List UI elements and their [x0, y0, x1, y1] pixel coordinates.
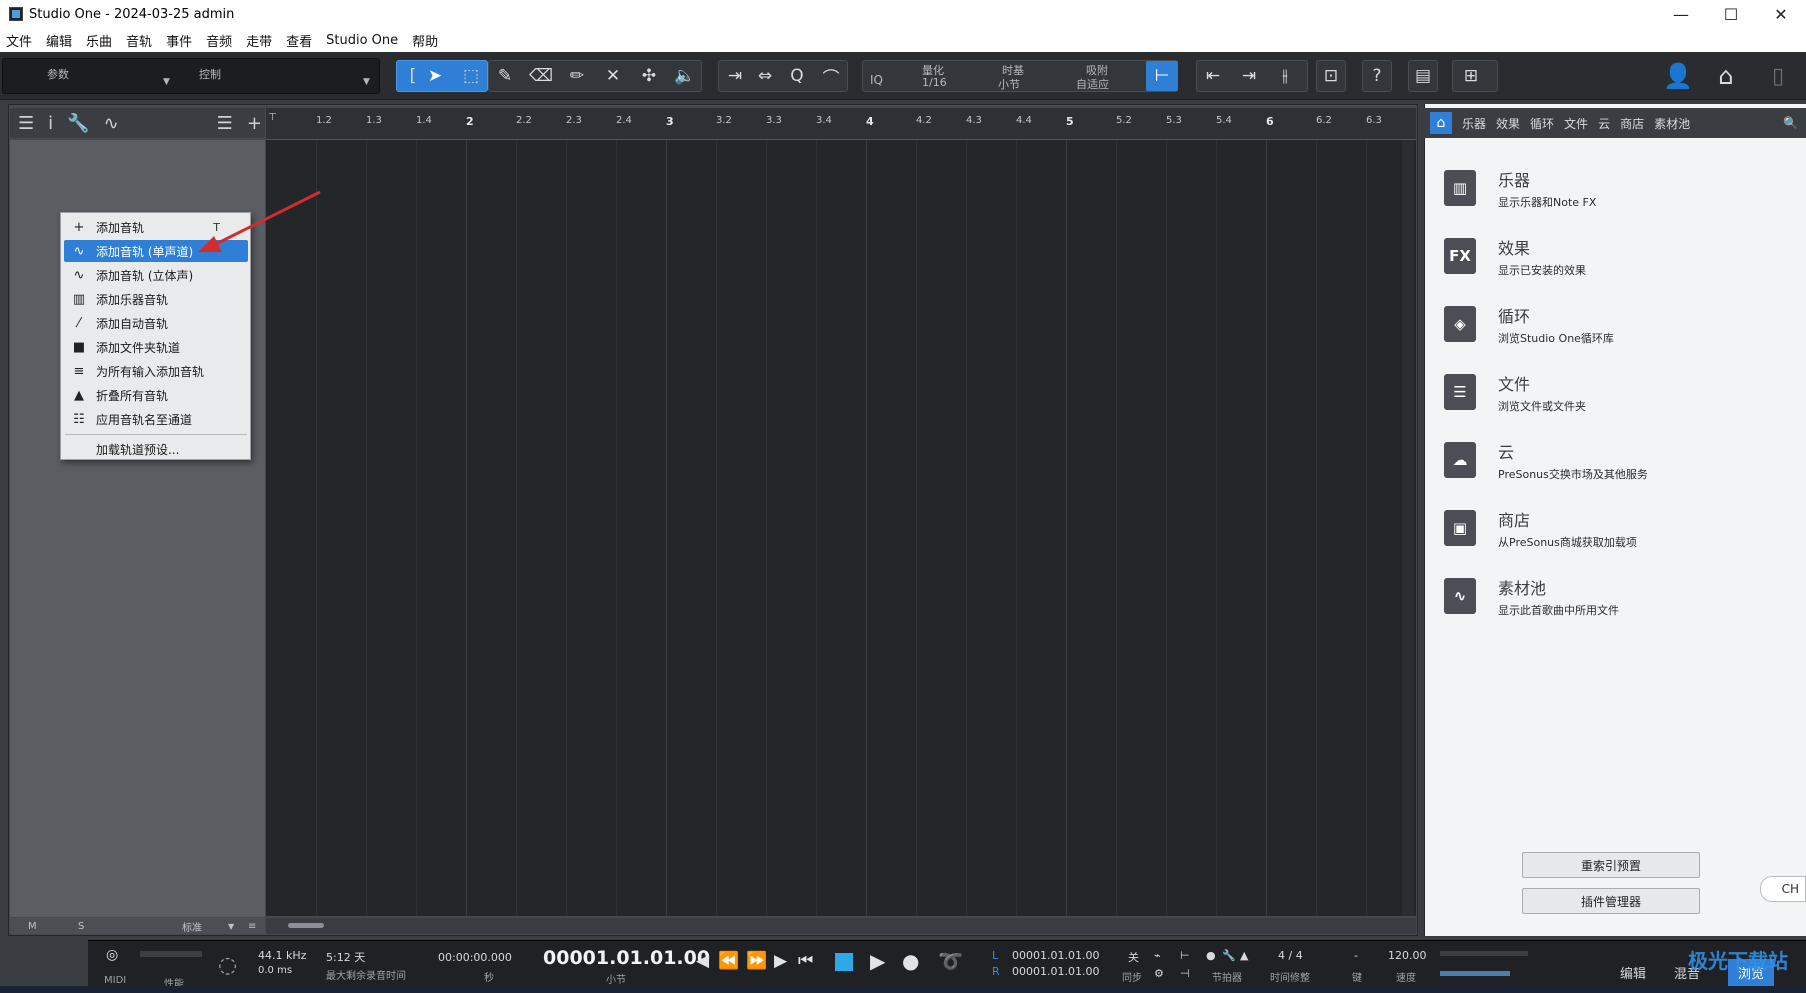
category-title: 商店	[1498, 511, 1531, 530]
record-time: 5:12 天	[326, 951, 366, 964]
settings-gear-icon[interactable]: ⚙	[1154, 967, 1164, 980]
category-icon: FX	[1444, 238, 1476, 274]
sample-rate: 44.1 kHz	[258, 949, 307, 962]
browser-tabs: ⌂ 乐器 效果 循环 文件 云 商店 素材池 🔍	[1424, 108, 1806, 138]
metronome-dot-icon[interactable]: ●	[1206, 949, 1216, 962]
tab-edit[interactable]: 编辑	[1620, 963, 1646, 982]
time-seconds[interactable]: 00:00:00.000	[438, 951, 512, 964]
tab-shop[interactable]: 商店	[1620, 115, 1644, 132]
position-display[interactable]: 00001.01.01.00	[543, 947, 710, 969]
loop-r-label: R	[992, 965, 1000, 978]
time-signature-label: 时间修整	[1270, 973, 1310, 984]
tab-effects[interactable]: 效果	[1496, 115, 1520, 132]
category-icon: ◈	[1444, 306, 1476, 342]
output-meter	[1440, 951, 1528, 956]
loop-start[interactable]: 00001.01.01.00	[1012, 949, 1099, 962]
tab-cloud[interactable]: 云	[1598, 115, 1610, 132]
record-time-label: 最大剩余录音时间	[326, 971, 406, 982]
tempo-label: 速度	[1396, 973, 1416, 984]
tab-instruments[interactable]: 乐器	[1462, 115, 1486, 132]
category-description: 浏览文件或文件夹	[1498, 400, 1586, 413]
browser-category-item[interactable]: ◈ 循环浏览Studio One循环库	[1442, 300, 1802, 358]
ime-indicator[interactable]: CH	[1760, 876, 1806, 902]
category-title: 循环	[1498, 307, 1531, 326]
browser-category-item[interactable]: ▥ 乐器显示乐器和Note FX	[1442, 164, 1802, 222]
precount-icon[interactable]: ⌁	[1154, 949, 1161, 962]
performance-dial-icon[interactable]: ◌	[218, 953, 237, 978]
metronome-label: 节拍器	[1212, 973, 1242, 984]
browser-home-icon[interactable]: ⌂	[1430, 112, 1452, 134]
record-icon[interactable]: ●	[902, 949, 919, 973]
loop-end[interactable]: 00001.01.01.00	[1012, 965, 1099, 978]
loop-l-label: L	[992, 949, 999, 962]
category-description: 浏览Studio One循环库	[1498, 332, 1614, 345]
midi-meter	[140, 951, 202, 957]
time-signature[interactable]: 4 / 4	[1278, 949, 1303, 962]
category-description: 从PreSonus商城获取加载项	[1498, 536, 1637, 549]
search-icon[interactable]: 🔍	[1783, 116, 1798, 130]
sync-value[interactable]: 关	[1128, 949, 1139, 965]
click-options-icon[interactable]: ⊣	[1180, 967, 1190, 980]
category-title: 文件	[1498, 375, 1531, 394]
tab-loops[interactable]: 循环	[1530, 115, 1554, 132]
metronome-icon[interactable]: ▲	[1240, 949, 1248, 962]
go-to-start-icon[interactable]: ⏮	[798, 951, 813, 971]
browser-category-item[interactable]: ☰ 文件浏览文件或文件夹	[1442, 368, 1802, 426]
return-to-zero-icon[interactable]: ◀	[696, 951, 709, 971]
tempo-value[interactable]: 120.00	[1388, 949, 1427, 962]
plugin-manager-button[interactable]: 插件管理器	[1522, 888, 1700, 914]
time-seconds-label: 秒	[484, 973, 494, 984]
forward-icon[interactable]: ▶	[774, 951, 787, 971]
metronome-wrench-icon[interactable]: 🔧	[1222, 949, 1236, 962]
category-icon: ▣	[1444, 510, 1476, 546]
category-title: 效果	[1498, 239, 1531, 258]
play-icon[interactable]: ▶	[870, 949, 885, 973]
loop-icon[interactable]: ➰	[938, 949, 963, 973]
category-description: 显示乐器和Note FX	[1498, 196, 1597, 209]
category-icon: ☰	[1444, 374, 1476, 410]
fast-forward-icon[interactable]: ⏩	[746, 951, 767, 971]
category-title: 乐器	[1498, 171, 1531, 190]
punch-icon[interactable]: ⊢	[1180, 949, 1190, 962]
watermark-logo: 极光下载站	[1688, 949, 1788, 973]
browser-category-item[interactable]: ▣ 商店从PreSonus商城获取加载项	[1442, 504, 1802, 562]
midi-icon: ◎	[106, 947, 119, 963]
category-description: PreSonus交换市场及其他服务	[1498, 468, 1648, 481]
category-icon: ▥	[1444, 170, 1476, 206]
key-label: 键	[1352, 973, 1362, 984]
tab-files[interactable]: 文件	[1564, 115, 1588, 132]
position-label: 小节	[606, 975, 626, 986]
browser-category-item[interactable]: ☁ 云 PreSonus交换市场及其他服务	[1442, 436, 1802, 494]
latency: 0.0 ms	[258, 965, 293, 976]
output-volume-slider[interactable]	[1440, 971, 1510, 976]
category-description: 显示此首歌曲中所用文件	[1498, 604, 1619, 617]
category-icon: ∿	[1444, 578, 1476, 614]
tab-pool[interactable]: 素材池	[1654, 115, 1690, 132]
category-title: 素材池	[1498, 579, 1547, 598]
browser-category-item[interactable]: ∿ 素材池显示此首歌曲中所用文件	[1442, 572, 1802, 630]
midi-label: MIDI	[104, 975, 127, 986]
category-icon: ☁	[1444, 442, 1476, 478]
sync-label: 同步	[1122, 973, 1142, 984]
taskbar-edge	[0, 986, 1806, 993]
category-description: 显示已安装的效果	[1498, 264, 1586, 277]
stop-icon[interactable]	[835, 953, 853, 971]
key-value[interactable]: -	[1354, 949, 1358, 962]
rewind-icon[interactable]: ⏪	[718, 951, 739, 971]
browser-category-item[interactable]: FX 效果显示已安装的效果	[1442, 232, 1802, 290]
reindex-presets-button[interactable]: 重索引预置	[1522, 852, 1700, 878]
category-title: 云	[1498, 443, 1515, 462]
